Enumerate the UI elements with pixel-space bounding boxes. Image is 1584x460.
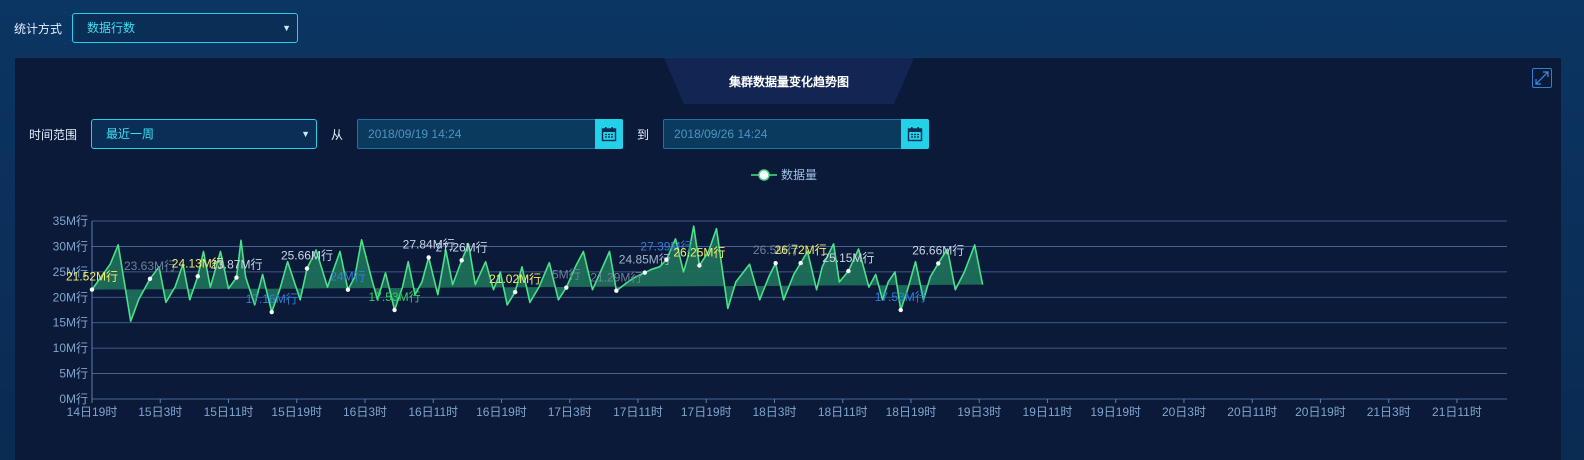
data-point xyxy=(773,261,778,266)
data-point xyxy=(664,257,669,262)
data-point xyxy=(898,307,903,313)
y-tick-label: 15M行 xyxy=(53,316,88,330)
x-tick-label: 15日19时 xyxy=(271,405,322,419)
y-tick-label: 20M行 xyxy=(53,290,88,304)
x-tick-label: 17日11时 xyxy=(613,405,663,419)
data-label: 23.63M行 xyxy=(124,259,176,273)
x-tick-label: 19日11时 xyxy=(1023,405,1073,419)
data-label: 23.87M行 xyxy=(210,258,262,272)
data-point xyxy=(642,270,648,275)
data-point xyxy=(936,261,941,266)
data-point xyxy=(304,266,310,271)
data-point xyxy=(614,288,619,293)
data-label: 24.85M行 xyxy=(619,253,671,267)
x-tick-label: 15日3时 xyxy=(138,405,182,419)
x-tick-label: 15日11时 xyxy=(204,405,254,419)
data-point xyxy=(564,285,569,290)
y-tick-label: 5M行 xyxy=(59,367,88,381)
data-label: 21.52M行 xyxy=(66,270,118,284)
x-tick-label: 16日19时 xyxy=(476,405,527,419)
x-tick-label: 21日11时 xyxy=(1432,405,1482,419)
x-tick-label: 18日3时 xyxy=(752,405,796,419)
x-tick-label: 16日3时 xyxy=(343,405,387,419)
x-tick-label: 20日3时 xyxy=(1162,405,1206,419)
data-label: 26.25M行 xyxy=(673,246,725,260)
x-tick-label: 20日19时 xyxy=(1295,405,1346,419)
data-label: 17.53M行 xyxy=(369,290,421,304)
x-tick-label: 17日19时 xyxy=(681,405,732,419)
data-point xyxy=(345,287,351,292)
data-label: 17.53M行 xyxy=(875,290,927,304)
data-label: 27.26M行 xyxy=(436,240,488,254)
area-chart: 0M行5M行10M行15M行20M行25M行30M行35M行14日19时 15日3… xyxy=(53,214,1507,419)
data-point xyxy=(392,307,397,313)
data-point xyxy=(846,268,851,274)
data-label: 25.66M行 xyxy=(281,249,333,263)
y-tick-label: 0M行 xyxy=(59,392,88,406)
y-tick-label: 30M行 xyxy=(53,239,88,253)
data-label: 24M行 xyxy=(330,270,365,284)
data-point xyxy=(697,263,702,268)
data-point xyxy=(426,255,431,260)
data-point xyxy=(798,260,803,266)
x-tick-label: 19日3时 xyxy=(957,405,1001,419)
data-label: 25.15M行 xyxy=(822,251,874,265)
data-label: 21.02M行 xyxy=(489,272,541,286)
data-label: 21.29M行 xyxy=(590,271,642,285)
y-tick-label: 10M行 xyxy=(53,341,88,355)
data-label: 5M行 xyxy=(552,268,581,282)
data-point xyxy=(147,276,153,282)
x-tick-label: 16日11时 xyxy=(408,405,458,419)
data-point xyxy=(89,287,95,292)
data-point xyxy=(459,258,464,263)
data-label: 26.66M行 xyxy=(912,243,964,257)
data-point xyxy=(269,309,274,315)
x-tick-label: 19日19时 xyxy=(1090,405,1141,419)
data-point xyxy=(195,274,200,279)
data-point xyxy=(234,275,239,280)
data-label: 26.72M行 xyxy=(775,243,827,257)
x-tick-label: 18日19时 xyxy=(886,405,937,419)
x-tick-label: 17日3时 xyxy=(548,405,592,419)
x-tick-label: 14日19时 xyxy=(67,405,118,419)
x-tick-label: 21日3时 xyxy=(1367,405,1411,419)
data-point xyxy=(512,289,518,295)
x-tick-label: 18日11时 xyxy=(818,405,868,419)
x-tick-label: 20日11时 xyxy=(1227,405,1277,419)
y-tick-label: 35M行 xyxy=(53,214,88,228)
data-label: 17.16M行 xyxy=(246,292,298,306)
